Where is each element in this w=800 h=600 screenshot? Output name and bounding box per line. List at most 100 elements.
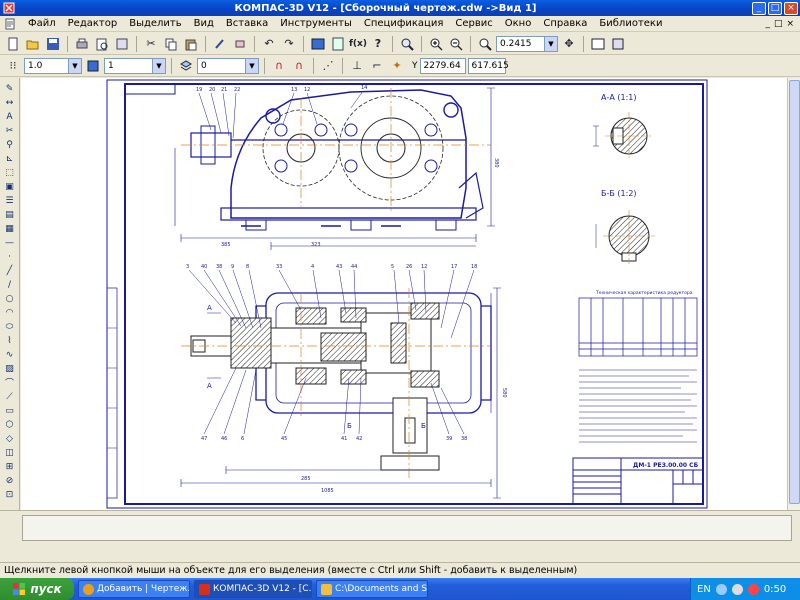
- segment-tool-icon[interactable]: /: [2, 278, 18, 291]
- redo-icon[interactable]: ↷: [280, 35, 298, 53]
- taskbar-item-browser[interactable]: Добавить | Чертеж...: [78, 580, 190, 598]
- document-icon[interactable]: [4, 18, 16, 30]
- eraser-icon[interactable]: [231, 35, 249, 53]
- magnet-snap-icon[interactable]: ∩: [270, 57, 288, 75]
- chamfer-tool-icon[interactable]: ⟋: [2, 390, 18, 403]
- zoom-level-combo[interactable]: 0.2415 ▼: [496, 35, 558, 52]
- fillet-tool-icon[interactable]: ⌒: [2, 376, 18, 389]
- edit-panel-icon[interactable]: ✂: [2, 124, 18, 137]
- layer-combo[interactable]: 0 ▼: [197, 57, 259, 74]
- menu-window[interactable]: Окно: [499, 18, 538, 29]
- zoom-scale-icon[interactable]: [476, 35, 494, 53]
- print-preview-icon[interactable]: [93, 35, 111, 53]
- ortho-mode-icon[interactable]: ⌐: [368, 57, 386, 75]
- scrollbar-thumb[interactable]: [789, 80, 800, 504]
- taskbar-item-kompas[interactable]: КОМПАС-3D V12 - [С...: [194, 580, 312, 598]
- copy-icon[interactable]: [162, 35, 180, 53]
- view-number-combo[interactable]: 1 ▼: [104, 57, 166, 74]
- function-fx-icon[interactable]: f(x): [349, 35, 367, 53]
- local-cs-icon[interactable]: ⊥: [348, 57, 366, 75]
- cut-icon[interactable]: ✂: [142, 35, 160, 53]
- collection-tool-icon[interactable]: ⊞: [2, 460, 18, 473]
- drawing-canvas[interactable]: 19 20 21 22 13 12 14 323 385 380 А-А (1:1) Б-…: [21, 78, 800, 510]
- view-icon[interactable]: [84, 57, 102, 75]
- volume-icon[interactable]: [731, 583, 743, 595]
- macro-tool-icon[interactable]: ⊡: [2, 488, 18, 501]
- mdi-minimize-button[interactable]: _: [765, 19, 770, 29]
- menu-view[interactable]: Вид: [188, 18, 220, 29]
- chevron-down-icon[interactable]: ▼: [544, 36, 557, 51]
- parametrization-panel-icon[interactable]: ⚲: [2, 138, 18, 151]
- minimize-button[interactable]: _: [752, 1, 766, 15]
- mdi-restore-button[interactable]: □: [774, 19, 783, 29]
- chevron-down-icon[interactable]: ▼: [68, 58, 81, 73]
- save-icon[interactable]: [44, 35, 62, 53]
- dimensions-panel-icon[interactable]: ↔: [2, 96, 18, 109]
- mdi-close-button[interactable]: ×: [786, 19, 794, 29]
- manager-icon[interactable]: [309, 35, 327, 53]
- language-indicator[interactable]: EN: [697, 584, 711, 595]
- zoom-in-icon[interactable]: [427, 35, 445, 53]
- security-icon[interactable]: [747, 583, 759, 595]
- spec-panel-icon[interactable]: ☰: [2, 194, 18, 207]
- chevron-down-icon[interactable]: ▼: [152, 58, 165, 73]
- menu-libraries[interactable]: Библиотеки: [593, 18, 668, 29]
- show-all-icon[interactable]: [589, 35, 607, 53]
- reports-panel-icon[interactable]: ▤: [2, 208, 18, 221]
- polygon-tool-icon[interactable]: ⬡: [2, 418, 18, 431]
- auxiliary-line-icon[interactable]: ╱: [2, 264, 18, 277]
- hatch-tool-icon[interactable]: ▨: [2, 362, 18, 375]
- pan-icon[interactable]: ✥: [560, 35, 578, 53]
- equidistant-tool-icon[interactable]: ◫: [2, 446, 18, 459]
- contour-tool-icon[interactable]: ◇: [2, 432, 18, 445]
- line-style-combo[interactable]: 1.0 ▼: [24, 57, 82, 74]
- designations-panel-icon[interactable]: A: [2, 110, 18, 123]
- coordinate-x-field[interactable]: 2279.64: [419, 57, 466, 74]
- network-icon[interactable]: [715, 583, 727, 595]
- refresh-icon[interactable]: [609, 35, 627, 53]
- spline-tool-icon[interactable]: ∿: [2, 348, 18, 361]
- associative-views-icon[interactable]: ▣: [2, 180, 18, 193]
- menu-service[interactable]: Сервис: [449, 18, 498, 29]
- undo-icon[interactable]: ↶: [260, 35, 278, 53]
- menu-editor[interactable]: Редактор: [62, 18, 124, 29]
- layer-icon[interactable]: [177, 57, 195, 75]
- close-button[interactable]: ×: [784, 1, 798, 15]
- point-tool-icon[interactable]: ·: [2, 250, 18, 263]
- polyline-tool-icon[interactable]: ⌇: [2, 334, 18, 347]
- round-snap-icon[interactable]: ✦: [388, 57, 406, 75]
- rectangle-tool-icon[interactable]: ▭: [2, 404, 18, 417]
- grid-toggle-icon[interactable]: ⋰: [319, 57, 337, 75]
- insert-panel-icon[interactable]: ▦: [2, 222, 18, 235]
- open-folder-icon[interactable]: [24, 35, 42, 53]
- properties-brush-icon[interactable]: [211, 35, 229, 53]
- menu-tools[interactable]: Инструменты: [274, 18, 358, 29]
- arc-tool-icon[interactable]: ◠: [2, 306, 18, 319]
- break-tool-icon[interactable]: ⊘: [2, 474, 18, 487]
- chevron-down-icon[interactable]: ▼: [245, 58, 258, 73]
- menu-select[interactable]: Выделить: [123, 18, 187, 29]
- zoom-out-icon[interactable]: [447, 35, 465, 53]
- start-button[interactable]: пуск: [0, 578, 74, 600]
- new-document-icon[interactable]: [4, 35, 22, 53]
- preview-icon[interactable]: [113, 35, 131, 53]
- measure-panel-icon[interactable]: ⊾: [2, 152, 18, 165]
- local-snap-icon[interactable]: ∩: [290, 57, 308, 75]
- menu-insert[interactable]: Вставка: [220, 18, 274, 29]
- print-icon[interactable]: [73, 35, 91, 53]
- zoom-window-icon[interactable]: [398, 35, 416, 53]
- menu-specification[interactable]: Спецификация: [358, 18, 450, 29]
- snap-grid-icon[interactable]: ⁝⁝: [4, 57, 22, 75]
- vertical-scrollbar[interactable]: [787, 78, 800, 510]
- circle-tool-icon[interactable]: ○: [2, 292, 18, 305]
- calculator-icon[interactable]: [329, 35, 347, 53]
- geometry-panel-icon[interactable]: ✎: [2, 82, 18, 95]
- menu-file[interactable]: Файл: [22, 18, 62, 29]
- select-panel-icon[interactable]: ⬚: [2, 166, 18, 179]
- coordinate-y-field[interactable]: 617.615: [467, 57, 509, 74]
- help-pointer-icon[interactable]: ?: [369, 35, 387, 53]
- paste-icon[interactable]: [182, 35, 200, 53]
- ellipse-tool-icon[interactable]: ⬭: [2, 320, 18, 333]
- taskbar-item-explorer[interactable]: C:\Documents and Se...: [316, 580, 428, 598]
- maximize-button[interactable]: □: [768, 1, 782, 15]
